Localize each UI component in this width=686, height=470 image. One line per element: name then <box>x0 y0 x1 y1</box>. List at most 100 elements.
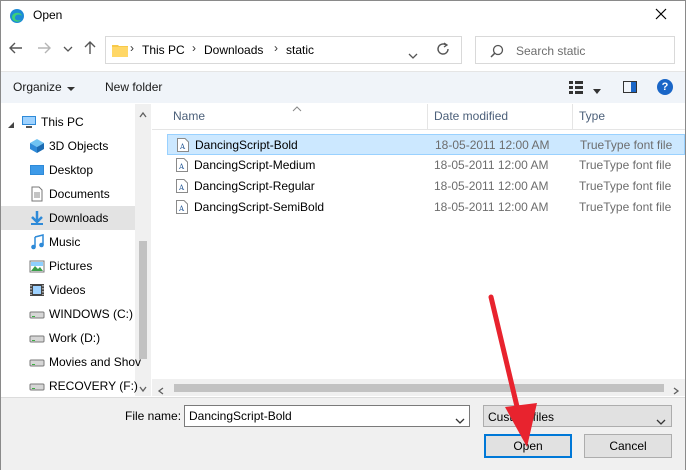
sidebar-item-videos[interactable]: Videos <box>1 278 135 302</box>
address-bar[interactable]: › This PC › Downloads › static <box>105 36 462 64</box>
file-type-value: Custom files <box>488 410 555 424</box>
close-button[interactable] <box>641 1 681 30</box>
refresh-button[interactable] <box>435 41 453 59</box>
open-button[interactable]: Open <box>484 434 572 458</box>
address-dropdown-icon[interactable] <box>408 49 428 61</box>
preview-pane-button[interactable] <box>623 80 637 94</box>
file-date-modified: 18-05-2011 12:00 AM <box>434 158 549 172</box>
breadcrumb-downloads[interactable]: Downloads <box>204 43 263 57</box>
desktop-icon <box>29 162 45 178</box>
file-type: TrueType font file <box>579 158 672 172</box>
sidebar-item-recovery-f[interactable]: RECOVERY (F:) <box>1 374 138 396</box>
close-icon <box>655 8 667 23</box>
folder-icon <box>112 43 128 57</box>
sidebar-item-movies-and-shov[interactable]: Movies and Shov <box>1 350 141 374</box>
sidebar-item-this-pc[interactable]: This PC <box>1 110 135 134</box>
horizontal-scrollbar[interactable] <box>152 379 685 396</box>
search-box[interactable]: Search static <box>475 36 675 64</box>
sidebar-item-label: Work (D:) <box>49 331 101 345</box>
chevron-down-icon <box>656 414 666 425</box>
column-divider[interactable] <box>427 104 428 130</box>
recent-locations-button[interactable] <box>59 40 77 58</box>
font-file-icon: A <box>177 138 189 152</box>
sidebar-item-3d-objects[interactable]: 3D Objects <box>1 134 135 158</box>
file-date-modified: 18-05-2011 12:00 AM <box>435 138 550 152</box>
file-type-select[interactable]: Custom files <box>483 405 672 427</box>
breadcrumb-separator-icon: › <box>274 41 278 55</box>
file-row[interactable]: A DancingScript-Bold 18-05-2011 12:00 AM Tr… <box>167 134 685 155</box>
drive-icon <box>29 330 45 346</box>
breadcrumb-separator-icon: › <box>192 41 196 55</box>
column-date-modified[interactable]: Date modified <box>434 109 508 123</box>
view-options-button[interactable] <box>569 80 583 94</box>
file-name-dropdown-icon[interactable] <box>455 413 465 424</box>
scroll-down-icon[interactable] <box>139 382 147 393</box>
sidebar-item-desktop[interactable]: Desktop <box>1 158 135 182</box>
videos-icon <box>29 282 45 298</box>
drive-icon <box>29 306 45 322</box>
file-row[interactable]: A DancingScript-Medium 18-05-2011 12:00 AM… <box>167 155 685 176</box>
back-button[interactable] <box>7 40 25 58</box>
command-bar: Organize New folder ? <box>1 71 685 103</box>
chevron-down-icon <box>67 82 75 91</box>
font-file-icon: A <box>176 179 188 193</box>
file-name: DancingScript-Bold <box>195 138 298 152</box>
new-folder-button[interactable]: New folder <box>105 80 162 94</box>
arrow-right-icon <box>37 41 51 58</box>
column-divider[interactable] <box>572 104 573 130</box>
forward-button[interactable] <box>35 40 53 58</box>
file-date-modified: 18-05-2011 12:00 AM <box>434 200 549 214</box>
breadcrumb-static[interactable]: static <box>286 43 314 57</box>
file-name-input[interactable] <box>184 405 470 427</box>
file-row[interactable]: A DancingScript-Regular 18-05-2011 12:00 A… <box>167 176 685 197</box>
breadcrumb-this-pc[interactable]: This PC <box>142 43 185 57</box>
sidebar-item-windows-c[interactable]: WINDOWS (C:) <box>1 302 135 326</box>
navigation-bar: › This PC › Downloads › static Search st… <box>1 31 685 69</box>
sidebar-item-work-d[interactable]: Work (D:) <box>1 326 135 350</box>
scroll-right-icon[interactable] <box>672 384 680 395</box>
sidebar-item-music[interactable]: Music <box>1 230 135 254</box>
column-type[interactable]: Type <box>579 109 605 123</box>
sidebar-item-pictures[interactable]: Pictures <box>1 254 135 278</box>
chevron-expand-icon[interactable] <box>7 118 15 128</box>
file-name: DancingScript-SemiBold <box>194 200 325 214</box>
organize-button[interactable]: Organize <box>13 80 62 94</box>
music-icon <box>29 234 45 250</box>
cancel-button[interactable]: Cancel <box>584 434 672 458</box>
file-type: TrueType font file <box>579 179 672 193</box>
3d-objects-icon <box>29 138 45 154</box>
scroll-left-icon[interactable] <box>157 384 165 395</box>
refresh-icon <box>435 42 451 60</box>
svg-text:A: A <box>178 163 185 171</box>
help-button[interactable]: ? <box>657 79 673 95</box>
sidebar-item-label: Movies and Shov <box>49 355 142 369</box>
column-header: Name Date modified Type <box>152 104 685 130</box>
documents-icon <box>29 186 45 202</box>
title-bar: Open <box>1 1 685 30</box>
sidebar-item-label: WINDOWS (C:) <box>49 307 133 321</box>
breadcrumb-separator-icon: › <box>130 41 134 55</box>
dialog-footer: File name: Custom files Open Cancel <box>1 397 685 470</box>
column-name[interactable]: Name <box>173 109 205 123</box>
drive-icon <box>29 378 45 394</box>
computer-icon <box>21 114 37 130</box>
sidebar-item-downloads[interactable]: Downloads <box>1 206 135 230</box>
sidebar-item-label: RECOVERY (F:) <box>49 379 138 393</box>
horizontal-scroll-thumb[interactable] <box>174 384 664 392</box>
sidebar-item-label: This PC <box>41 115 84 129</box>
file-name: DancingScript-Medium <box>194 158 316 172</box>
search-icon <box>490 44 504 58</box>
scroll-up-icon[interactable] <box>139 108 147 118</box>
drive-icon <box>29 354 45 370</box>
up-button[interactable] <box>81 40 99 58</box>
pictures-icon <box>29 258 45 274</box>
font-file-icon: A <box>176 158 188 172</box>
sidebar-scrollbar[interactable] <box>135 104 150 396</box>
file-row[interactable]: A DancingScript-SemiBold 18-05-2011 12:00 … <box>167 197 685 218</box>
arrow-left-icon <box>9 41 23 58</box>
chevron-down-icon[interactable] <box>593 84 601 94</box>
sidebar-scroll-thumb[interactable] <box>139 241 147 359</box>
file-date-modified: 18-05-2011 12:00 AM <box>434 179 549 193</box>
sidebar-item-documents[interactable]: Documents <box>1 182 135 206</box>
sidebar-item-label: Downloads <box>49 211 109 225</box>
